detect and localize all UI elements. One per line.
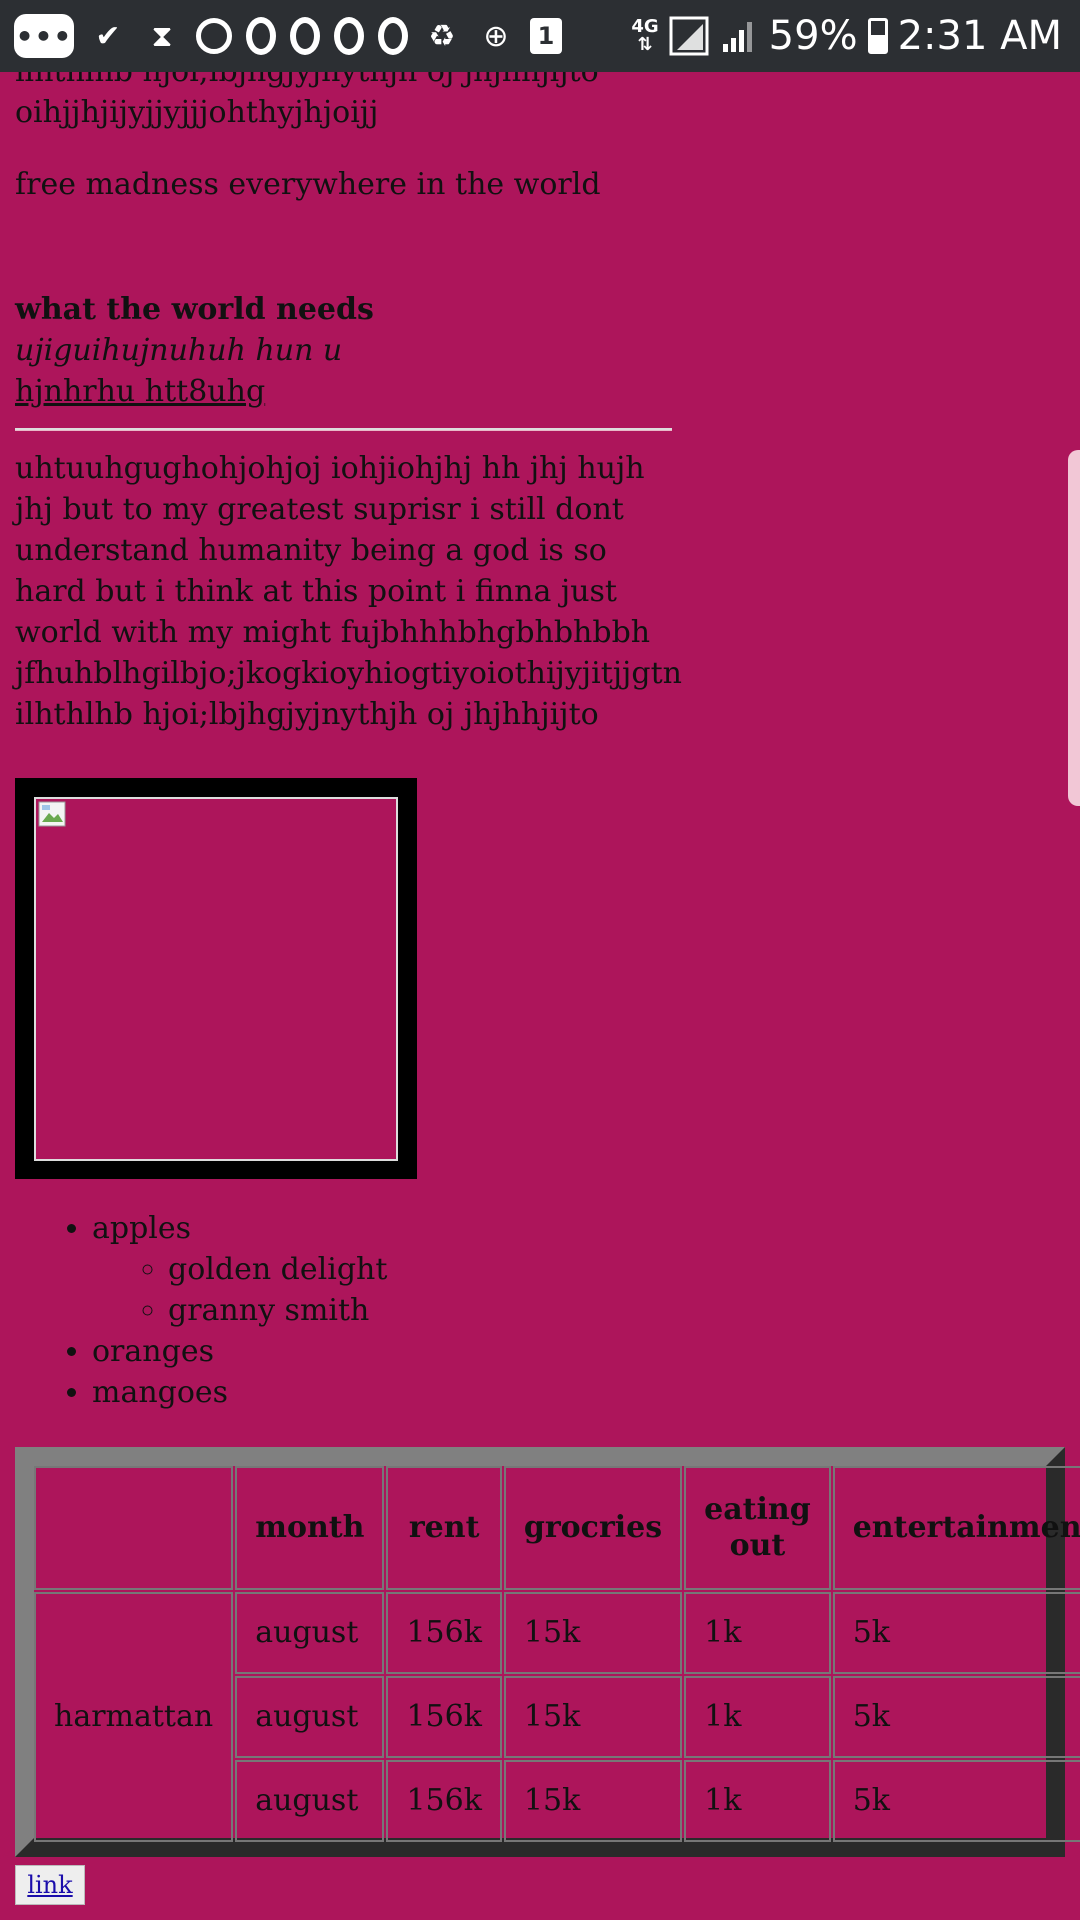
one-box-icon: 1: [530, 18, 562, 54]
table-cell: august: [235, 1592, 385, 1674]
table-header: entertainment: [832, 1466, 1080, 1590]
circle-icon: [378, 17, 408, 55]
table-row: harmattan august 156k 15k 1k 5k: [34, 1592, 1080, 1842]
scrollbar-handle[interactable]: [1068, 450, 1080, 806]
table-header: [34, 1466, 234, 1590]
list-item: apples golden delight granny smith: [92, 1208, 387, 1331]
budget-table-frame: month rent grocries eating out entertain…: [15, 1447, 1080, 1857]
image-frame: [15, 778, 417, 1179]
fruit-list: apples golden delight granny smith orang…: [15, 1208, 387, 1413]
table-header-row: month rent grocries eating out entertain…: [34, 1466, 1080, 1590]
circle-icon: [246, 17, 276, 55]
table-cell: august: [235, 1676, 385, 1758]
table-cell: 15k: [503, 1760, 683, 1842]
table-cell: 5k: [832, 1676, 1080, 1758]
table-header: eating out: [684, 1466, 831, 1590]
table-cell: 1k: [684, 1676, 831, 1758]
list-item: oranges: [92, 1331, 387, 1372]
list-item: granny smith: [168, 1290, 387, 1331]
table-cell: 156k: [386, 1676, 502, 1758]
signal-icon: [669, 16, 709, 56]
sync-icon: [196, 18, 232, 54]
apple-sublist: golden delight granny smith: [92, 1249, 387, 1331]
long-paragraph: uhtuuhgughohjohjoj iohjiohjhj hh jhj huj…: [15, 451, 682, 732]
table-cell: 5k: [832, 1760, 1080, 1842]
list-item: golden delight: [168, 1249, 387, 1290]
budget-table: month rent grocries eating out entertain…: [32, 1464, 1080, 1844]
free-madness-text: free madness everywhere in the world: [15, 167, 601, 202]
signal-strength-icon: [719, 16, 759, 56]
hourglass-icon: ⧗: [151, 18, 173, 54]
network-type: 4G ⇅: [631, 16, 659, 55]
battery-percent: 59%: [768, 13, 858, 59]
heading-block: what the world needs ujiguihujnuhuh hun …: [15, 289, 374, 412]
table-cell: august: [235, 1760, 385, 1842]
battery-icon: [867, 18, 888, 54]
notification-icons: ••• ✔ ⧗ ♻ ⊕ 1: [0, 14, 631, 58]
table-cell: 1k: [684, 1760, 831, 1842]
table-header: grocries: [503, 1466, 683, 1590]
circle-icon: [334, 17, 364, 55]
table-header: rent: [386, 1466, 502, 1590]
table-cell: 156k: [386, 1592, 502, 1674]
table-cell: 156k: [386, 1760, 502, 1842]
table-cell: 15k: [503, 1676, 683, 1758]
link-button[interactable]: link: [15, 1865, 85, 1905]
check-icon: ✔: [95, 18, 121, 54]
circle-icon: [290, 17, 320, 55]
table-cell: 1k: [684, 1592, 831, 1674]
table-header: month: [235, 1466, 385, 1590]
recycle-battery-icon: ♻: [428, 18, 456, 54]
horizontal-rule: [15, 428, 672, 431]
table-cell: 15k: [503, 1592, 683, 1674]
broken-image: [34, 797, 398, 1161]
underlined-text: hjnhrhu htt8uhg: [15, 374, 266, 409]
table-cell: 5k: [832, 1592, 1080, 1674]
bold-heading: what the world needs: [15, 292, 374, 327]
list-item: mangoes: [92, 1372, 387, 1413]
dots-icon: •••: [14, 14, 74, 58]
system-status: 4G ⇅ 59% 2:31 AM: [631, 13, 1080, 59]
season-cell: harmattan: [34, 1592, 234, 1842]
clock: 2:31 AM: [897, 13, 1062, 59]
italic-text: ujiguihujnuhuh hun u: [15, 333, 343, 368]
add-circle-icon: ⊕: [483, 18, 509, 54]
broken-image-icon: [38, 801, 66, 827]
status-bar: ••• ✔ ⧗ ♻ ⊕ 1 4G ⇅ 59% 2:31 AM: [0, 0, 1080, 72]
